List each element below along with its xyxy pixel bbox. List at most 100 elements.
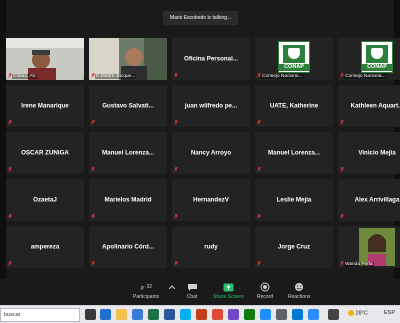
teams-icon[interactable] <box>228 309 239 320</box>
participant-name: Marielos Madrid <box>104 196 152 204</box>
conap-logo: CONAP <box>361 41 393 73</box>
sun-icon <box>348 310 354 316</box>
record-label: Record <box>257 294 274 300</box>
chat-icon <box>186 282 198 292</box>
participants-label: Participants <box>133 294 160 300</box>
muted-mic-icon <box>174 73 178 78</box>
participant-name: juan wilfredo pe... <box>184 102 238 110</box>
settings-icon[interactable] <box>276 309 287 320</box>
notification-icon[interactable] <box>328 309 339 320</box>
record-icon <box>259 282 271 292</box>
participant-tile[interactable]: OSCAR ZUÑIGA <box>6 132 84 174</box>
file-explorer-icon[interactable] <box>116 309 127 320</box>
muted-mic-icon <box>91 120 95 125</box>
participant-tile[interactable]: Leslie Mejia <box>255 179 333 221</box>
participant-tile[interactable]: CONAP Consejo Naciona... <box>255 38 333 80</box>
muted-mic-icon <box>91 261 95 266</box>
outlook-icon[interactable] <box>292 309 303 320</box>
excel-icon[interactable] <box>148 309 159 320</box>
participant-name: Manuel Lorenza... <box>268 149 320 157</box>
participant-name: UATE, Katherine <box>269 102 319 110</box>
participant-tile[interactable]: Irene Manarique <box>6 85 84 127</box>
participant-tile[interactable]: OzaetaJ <box>6 179 84 221</box>
participant-tile[interactable]: Apolinario Córd... <box>89 226 167 268</box>
participant-tile[interactable]: Jorge Cruz <box>255 226 333 268</box>
edge-icon[interactable] <box>100 309 111 320</box>
participant-label: Coban, AV. <box>12 74 38 79</box>
participant-name: Kathleen Aquart... <box>350 102 400 110</box>
participant-tile[interactable]: Nancy Arroyo <box>172 132 250 174</box>
participant-name: rudy <box>204 243 218 251</box>
participant-tile[interactable]: D.Madre Jacque... <box>89 38 167 80</box>
muted-mic-icon <box>91 214 95 219</box>
participant-tile[interactable]: CONAP Consejo Naciona... <box>338 38 400 80</box>
participants-button[interactable]: 32 Participants <box>133 282 159 300</box>
participant-tile[interactable]: rudy <box>172 226 250 268</box>
participant-label: Consejo Naciona... <box>261 74 304 79</box>
participant-tile[interactable]: Marielos Madrid <box>89 179 167 221</box>
muted-mic-icon <box>257 120 261 125</box>
record-button[interactable]: Record <box>257 282 273 300</box>
reactions-label: Reactions <box>288 294 311 300</box>
zoom-meeting-window: Mario Escobedo is talking... Coban, AV. D… <box>0 0 400 305</box>
app-icon[interactable] <box>244 309 255 320</box>
active-speaker-banner: Mario Escobedo is talking... <box>163 11 238 25</box>
chrome-icon[interactable] <box>212 309 223 320</box>
reactions-icon <box>293 282 305 292</box>
participant-tile[interactable]: Kathleen Aquart... <box>338 85 400 127</box>
participant-tile[interactable]: Alex Arrivillaga <box>338 179 400 221</box>
participant-name: Gustavo Salvati... <box>102 102 154 110</box>
muted-mic-icon <box>91 167 95 172</box>
gallery-grid: Coban, AV. D.Madre Jacque... Oficina Perso… <box>0 38 400 274</box>
meeting-toolbar: 32 Participants Chat Share Screen Record… <box>0 279 400 305</box>
muted-mic-icon <box>257 167 261 172</box>
muted-mic-icon <box>8 167 12 172</box>
conap-emblem-icon <box>283 44 305 63</box>
participant-name: Manuel Lorenza... <box>102 149 154 157</box>
skype-icon[interactable] <box>180 309 191 320</box>
participant-name: Leslie Mejia <box>276 196 312 204</box>
temperature-text: 28°C <box>355 310 368 317</box>
share-screen-label: Share Screen <box>213 294 244 300</box>
participants-caret-button[interactable] <box>166 282 178 294</box>
reactions-button[interactable]: Reactions <box>288 282 310 300</box>
windows-taskbar: buscar 28°C ESP <box>0 305 400 323</box>
participant-label: Wanda Perla <box>344 262 374 267</box>
muted-mic-icon <box>340 120 344 125</box>
muted-mic-icon <box>257 214 261 219</box>
chat-button[interactable]: Chat <box>186 282 198 300</box>
participant-tile[interactable]: Coban, AV. <box>6 38 84 80</box>
language-indicator[interactable]: ESP <box>384 310 395 316</box>
muted-mic-icon <box>340 167 344 172</box>
participant-tile[interactable]: Oficina Personal... <box>172 38 250 80</box>
task-view-icon[interactable] <box>85 309 96 320</box>
muted-mic-icon <box>257 261 261 266</box>
participant-name: Nancy Arroyo <box>190 149 232 157</box>
participant-tile[interactable]: HernandezV <box>172 179 250 221</box>
participant-name: Irene Manarique <box>21 102 69 110</box>
participant-tile[interactable]: Wanda Perla <box>338 226 400 268</box>
participant-name: OSCAR ZUÑIGA <box>21 149 69 157</box>
app-icon-2[interactable] <box>260 309 271 320</box>
participant-tile[interactable]: UATE, Katherine <box>255 85 333 127</box>
zoom-icon[interactable] <box>308 309 319 320</box>
participant-tile[interactable]: Vinicio Mejia <box>338 132 400 174</box>
participant-tile[interactable]: juan wilfredo pe... <box>172 85 250 127</box>
share-screen-button[interactable]: Share Screen <box>213 282 244 300</box>
participant-tile[interactable]: Manuel Lorenza... <box>255 132 333 174</box>
muted-mic-icon <box>174 120 178 125</box>
word-icon[interactable] <box>164 309 175 320</box>
taskbar-search-input[interactable]: buscar <box>0 308 80 322</box>
participant-name: ampereza <box>30 243 60 251</box>
participant-tile[interactable]: Manuel Lorenza... <box>89 132 167 174</box>
powerpoint-icon[interactable] <box>196 309 207 320</box>
participant-name: Jorge Cruz <box>277 243 311 251</box>
muted-mic-icon <box>174 167 178 172</box>
chevron-up-icon <box>166 282 178 292</box>
store-icon[interactable] <box>132 309 143 320</box>
muted-mic-icon <box>8 261 12 266</box>
weather-indicator[interactable]: 28°C <box>348 310 368 316</box>
participant-tile[interactable]: ampereza <box>6 226 84 268</box>
participant-tile[interactable]: Gustavo Salvati... <box>89 85 167 127</box>
participant-name: Apolinario Córd... <box>102 243 154 251</box>
